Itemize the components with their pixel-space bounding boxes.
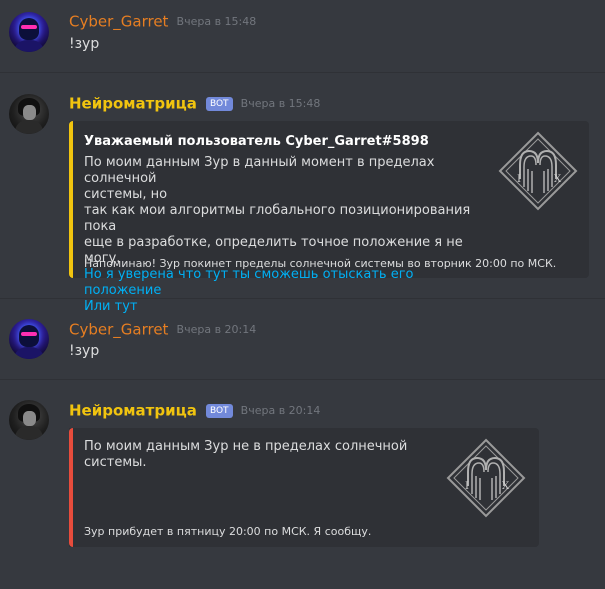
embed-accent-bar xyxy=(69,121,73,278)
embed-link[interactable]: Но я уверена что тут ты сможешь отыскать… xyxy=(84,267,494,299)
message-header: Cyber_Garret Вчера в 15:48 xyxy=(69,11,256,31)
user-avatar[interactable] xyxy=(9,319,49,359)
message-divider xyxy=(0,379,605,380)
username[interactable]: Нейроматрица xyxy=(69,95,197,113)
embed: По моим данным Зур не в пределах солнечн… xyxy=(69,428,539,547)
timestamp: Вчера в 20:14 xyxy=(176,323,257,336)
embed-title: Уважаемый пользователь Cyber_Garret#5898 xyxy=(84,134,429,149)
embed: Уважаемый пользователь Cyber_Garret#5898… xyxy=(69,121,589,314)
user-avatar[interactable] xyxy=(9,12,49,52)
message-header: Нейроматрица BOT Вчера в 15:48 xyxy=(69,93,320,113)
emblem-thumbnail[interactable]: I X xyxy=(446,438,526,518)
emblem-letter: I xyxy=(465,481,469,492)
username[interactable]: Cyber_Garret xyxy=(69,321,168,339)
embed-line: системы, но xyxy=(84,187,168,202)
bot-avatar[interactable] xyxy=(9,400,49,440)
username[interactable]: Cyber_Garret xyxy=(69,13,168,31)
embed-line: По моим данным Зур в данный момент в пре… xyxy=(84,155,435,186)
embed-description: По моим данным Зур в данный момент в пре… xyxy=(84,155,494,315)
message-header: Нейроматрица BOT Вчера в 20:14 xyxy=(69,400,320,420)
message-text: !зур xyxy=(69,343,100,359)
bot-badge: BOT xyxy=(205,403,233,418)
message-divider xyxy=(0,298,605,299)
bot-badge: BOT xyxy=(205,96,233,111)
message-text: !зур xyxy=(69,36,100,52)
timestamp: Вчера в 15:48 xyxy=(176,15,257,28)
emblem-thumbnail[interactable]: I X xyxy=(498,131,578,211)
message-header: Cyber_Garret Вчера в 20:14 xyxy=(69,319,256,339)
timestamp: Вчера в 20:14 xyxy=(240,404,321,417)
timestamp: Вчера в 15:48 xyxy=(240,97,321,110)
emblem-letter: X xyxy=(502,481,510,492)
emblem-letter: X xyxy=(554,174,562,185)
embed-description: По моим данным Зур не в пределах солнечн… xyxy=(84,439,408,470)
embed-footer: Напоминаю! Зур покинет пределы солнечной… xyxy=(84,257,557,270)
embed-link-2[interactable]: Или тут xyxy=(84,299,494,315)
username[interactable]: Нейроматрица xyxy=(69,402,197,420)
embed-line: так как мои алгоритмы глобального позици… xyxy=(84,203,471,234)
message-divider xyxy=(0,72,605,73)
embed-footer: Зур прибудет в пятницу 20:00 по МСК. Я с… xyxy=(84,525,372,538)
embed-accent-bar xyxy=(69,428,73,547)
bot-avatar[interactable] xyxy=(9,94,49,134)
emblem-letter: I xyxy=(517,174,521,185)
